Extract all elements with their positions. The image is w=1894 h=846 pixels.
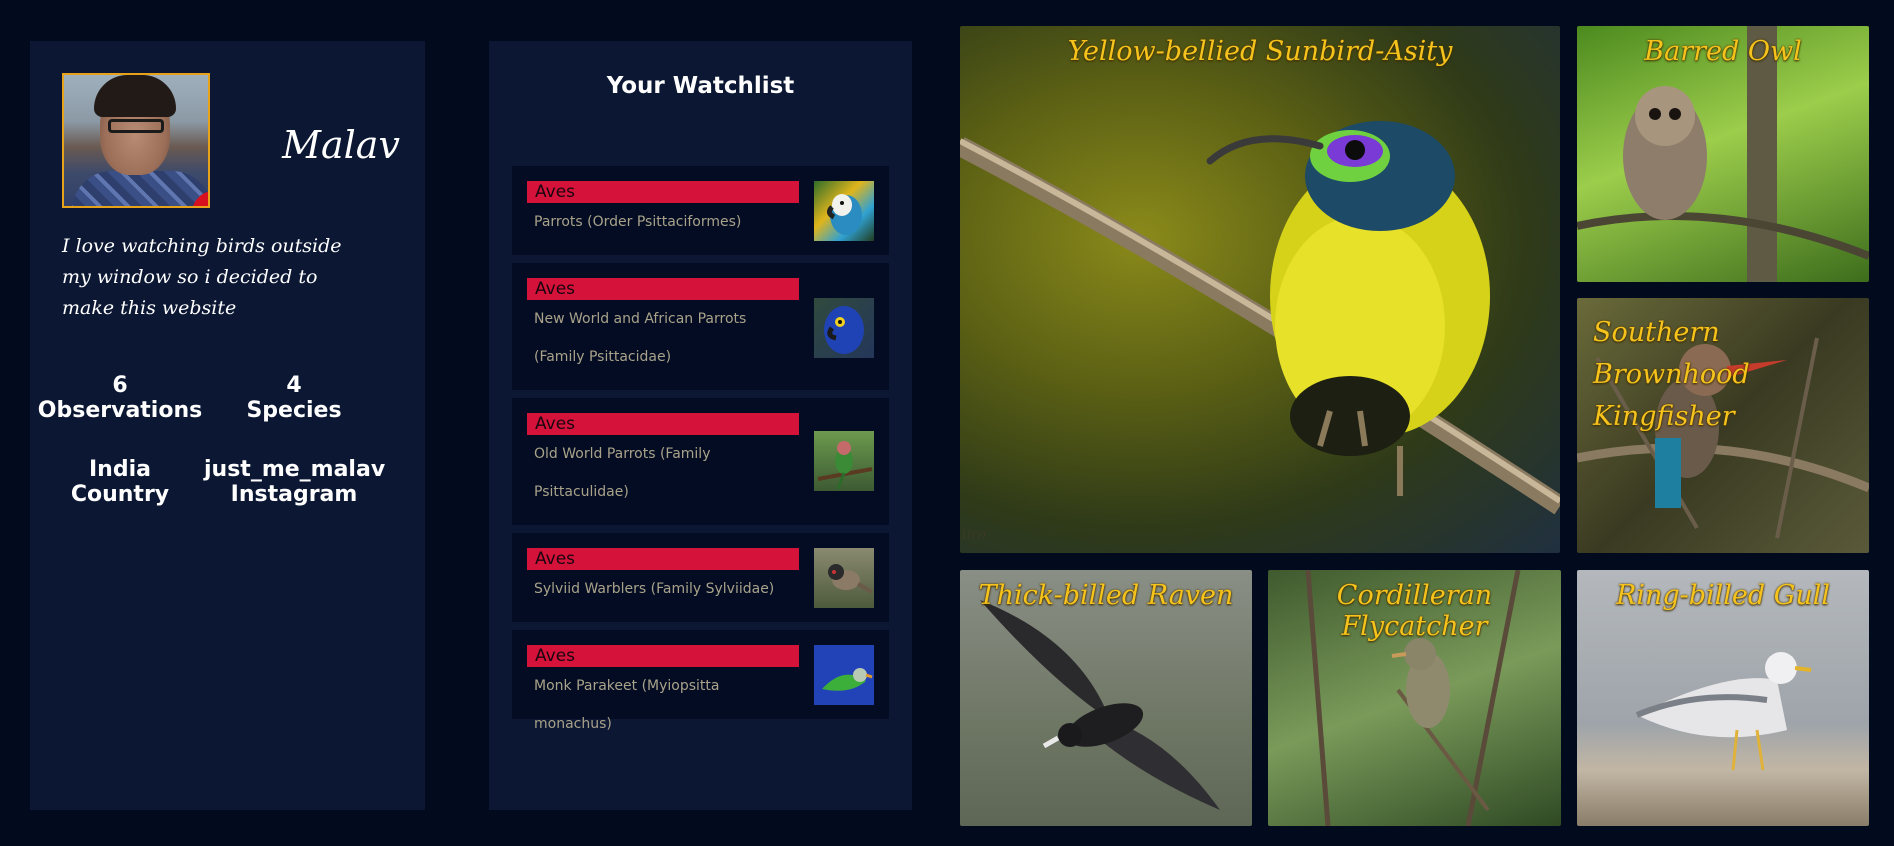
bird-tile[interactable]: Ring-billed Gull bbox=[1577, 570, 1869, 826]
monk-parakeet-image bbox=[822, 668, 873, 691]
photo-watermark: iiro bbox=[962, 527, 987, 543]
taxon-tag: Aves bbox=[527, 413, 799, 435]
instagram-label: Instagram bbox=[230, 482, 358, 507]
bird-tile[interactable]: Barred Owl bbox=[1577, 26, 1869, 282]
avatar bbox=[62, 73, 210, 208]
taxon-name: Old World Parrots (Family Psittaculidae) bbox=[534, 446, 711, 500]
species-count: 4 bbox=[286, 373, 302, 398]
watchlist-panel: Your Watchlist Aves Parrots (Order Psitt… bbox=[489, 41, 912, 810]
parakeet-image bbox=[817, 441, 873, 490]
instagram-value: just_me_malav bbox=[204, 457, 386, 482]
taxon-name: Monk Parakeet (Myiopsitta monachus) bbox=[534, 678, 720, 732]
taxon-name: New World and African Parrots (Family Ps… bbox=[534, 311, 747, 365]
watchlist-title: Your Watchlist bbox=[606, 73, 795, 99]
tile-title: Cordilleran Flycatcher bbox=[1336, 580, 1493, 642]
watchlist-item[interactable]: Aves Sylviid Warblers (Family Sylviidae) bbox=[512, 533, 889, 622]
taxon-tag: Aves bbox=[527, 181, 799, 203]
observations-stat: 6 Observations bbox=[30, 373, 210, 423]
country-label: Country bbox=[70, 482, 170, 507]
tile-title: Southern Brownhood Kingfisher bbox=[1593, 317, 1750, 432]
taxon-tag: Aves bbox=[527, 645, 799, 667]
watchlist-item[interactable]: Aves Parrots (Order Psittaciformes) bbox=[512, 166, 889, 255]
warbler-image bbox=[828, 564, 873, 594]
tile-title: Thick-billed Raven bbox=[978, 580, 1234, 611]
watchlist-item[interactable]: Aves Monk Parakeet (Myiopsitta monachus) bbox=[512, 630, 889, 732]
tile-title: Barred Owl bbox=[1644, 36, 1802, 67]
tile-title: Yellow-bellied Sunbird-Asity bbox=[1067, 36, 1453, 67]
bird-tile[interactable]: Thick-billed Raven bbox=[960, 570, 1252, 826]
sunbird-image bbox=[960, 121, 1560, 515]
username: Malav bbox=[282, 123, 400, 167]
taxon-thumbnail bbox=[814, 298, 874, 358]
watchlist-item[interactable]: Aves Old World Parrots (Family Psittacul… bbox=[512, 398, 889, 525]
profile-panel: Malav I love watching birds outside my w… bbox=[30, 41, 425, 810]
tile-title: Ring-billed Gull bbox=[1615, 580, 1831, 611]
taxon-thumbnail bbox=[814, 431, 874, 491]
country-stat: India Country bbox=[30, 457, 210, 507]
bird-tile[interactable]: Cordilleran Flycatcher bbox=[1268, 570, 1561, 826]
observations-count: 6 bbox=[112, 373, 128, 398]
species-label: Species bbox=[246, 398, 342, 423]
pencil-icon bbox=[204, 203, 210, 208]
taxon-thumbnail bbox=[814, 181, 874, 241]
parrot-image bbox=[826, 194, 862, 235]
bird-tile[interactable]: Yellow-bellied Sunbird-Asity iiro bbox=[960, 26, 1560, 553]
taxon-name: Sylviid Warblers (Family Sylviidae) bbox=[534, 581, 775, 597]
taxon-tag: Aves bbox=[527, 278, 799, 300]
taxon-tag: Aves bbox=[527, 548, 799, 570]
species-stat: 4 Species bbox=[204, 373, 384, 423]
taxon-thumbnail bbox=[814, 645, 874, 705]
instagram-stat: just_me_malav Instagram bbox=[204, 457, 386, 507]
bio: I love watching birds outside my window … bbox=[62, 235, 342, 319]
observations-label: Observations bbox=[37, 398, 203, 423]
taxon-name: Parrots (Order Psittaciformes) bbox=[534, 214, 742, 230]
bird-tile[interactable]: Southern Brownhood Kingfisher bbox=[1577, 298, 1869, 553]
country-value: India bbox=[89, 457, 151, 482]
taxon-thumbnail bbox=[814, 548, 874, 608]
hyacinth-macaw-image bbox=[824, 306, 864, 354]
watchlist-item[interactable]: Aves New World and African Parrots (Fami… bbox=[512, 263, 889, 390]
